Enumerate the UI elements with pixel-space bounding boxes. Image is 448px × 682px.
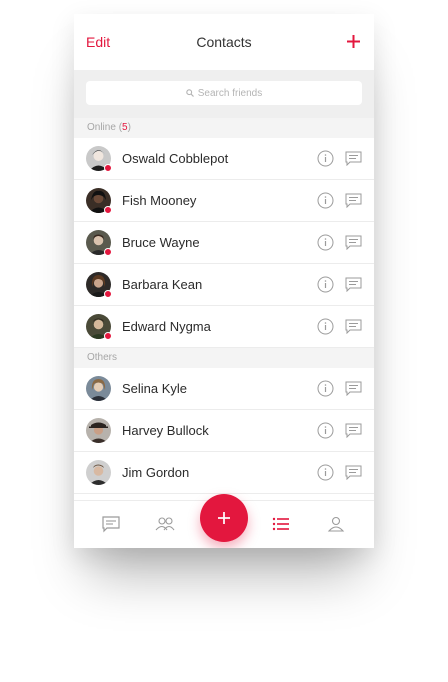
avatar — [86, 272, 112, 298]
avatar — [86, 376, 111, 401]
info-icon[interactable] — [317, 422, 334, 439]
others-section-header: Others — [74, 348, 374, 368]
contact-name: Oswald Cobblepot — [122, 151, 229, 166]
plus-icon — [218, 512, 230, 524]
contact-row[interactable]: Selina Kyle — [74, 368, 374, 410]
chat-icon[interactable] — [345, 465, 362, 480]
avatar — [86, 460, 111, 485]
avatar — [86, 230, 112, 256]
contact-name: Bruce Wayne — [122, 235, 200, 250]
online-indicator — [104, 248, 112, 256]
search-bar: Search friends — [74, 70, 374, 118]
search-placeholder: Search friends — [197, 87, 263, 99]
page-title: Contacts — [196, 34, 252, 50]
online-count: (5) — [118, 122, 131, 133]
online-indicator — [104, 290, 112, 298]
tab-profile[interactable] — [326, 515, 346, 533]
add-contact-button[interactable] — [344, 30, 362, 52]
avatar — [86, 146, 112, 172]
info-icon[interactable] — [317, 318, 334, 335]
contact-name: Barbara Kean — [122, 277, 203, 292]
info-icon[interactable] — [317, 380, 334, 397]
contact-name: Fish Mooney — [122, 193, 197, 208]
info-icon[interactable] — [317, 234, 334, 251]
contact-name: Selina Kyle — [122, 381, 188, 396]
chat-icon[interactable] — [345, 319, 362, 334]
contact-name: Harvey Bullock — [122, 423, 209, 438]
tab-chats[interactable] — [101, 515, 121, 533]
online-section-header: Online (5) — [74, 118, 374, 138]
chat-icon[interactable] — [345, 151, 362, 166]
others-section-label: Others — [87, 352, 118, 363]
add-floating-button[interactable] — [200, 494, 248, 542]
search-input[interactable]: Search friends — [86, 81, 362, 105]
info-icon[interactable] — [317, 150, 334, 167]
search-icon — [185, 89, 194, 97]
chat-icon[interactable] — [345, 235, 362, 250]
online-indicator — [104, 332, 112, 340]
online-indicator — [104, 206, 112, 214]
online-section-label: Online — [87, 122, 116, 133]
info-icon[interactable] — [317, 192, 334, 209]
tab-contacts-list[interactable] — [271, 515, 291, 533]
chat-icon[interactable] — [345, 277, 362, 292]
avatar-image — [86, 376, 111, 401]
contact-row[interactable]: Fish Mooney — [74, 180, 374, 222]
contact-row[interactable]: Edward Nygma — [74, 306, 374, 348]
contact-row[interactable]: Oswald Cobblepot — [74, 138, 374, 180]
contact-row[interactable]: Jim Gordon — [74, 452, 374, 494]
online-indicator — [104, 164, 112, 172]
phone-screen: Edit Contacts Search friends Online (5) — [74, 14, 374, 548]
plus-icon — [346, 35, 360, 48]
chat-icon[interactable] — [345, 423, 362, 438]
tab-groups[interactable] — [155, 515, 175, 533]
contact-row[interactable]: Barbara Kean — [74, 264, 374, 306]
info-icon[interactable] — [317, 276, 334, 293]
contact-name: Edward Nygma — [122, 319, 211, 334]
info-icon[interactable] — [317, 464, 334, 481]
contact-row[interactable]: Bruce Wayne — [74, 222, 374, 264]
edit-button[interactable]: Edit — [86, 34, 110, 50]
chat-icon[interactable] — [345, 381, 362, 396]
nav-header: Edit Contacts — [74, 14, 374, 70]
avatar — [86, 314, 112, 340]
chat-icon[interactable] — [345, 193, 362, 208]
avatar — [86, 418, 111, 443]
avatar-image — [86, 460, 111, 485]
online-count-value: 5 — [122, 122, 128, 133]
avatar-image — [86, 418, 111, 443]
avatar — [86, 188, 112, 214]
contact-name: Jim Gordon — [122, 465, 190, 480]
contact-row[interactable]: Harvey Bullock — [74, 410, 374, 452]
